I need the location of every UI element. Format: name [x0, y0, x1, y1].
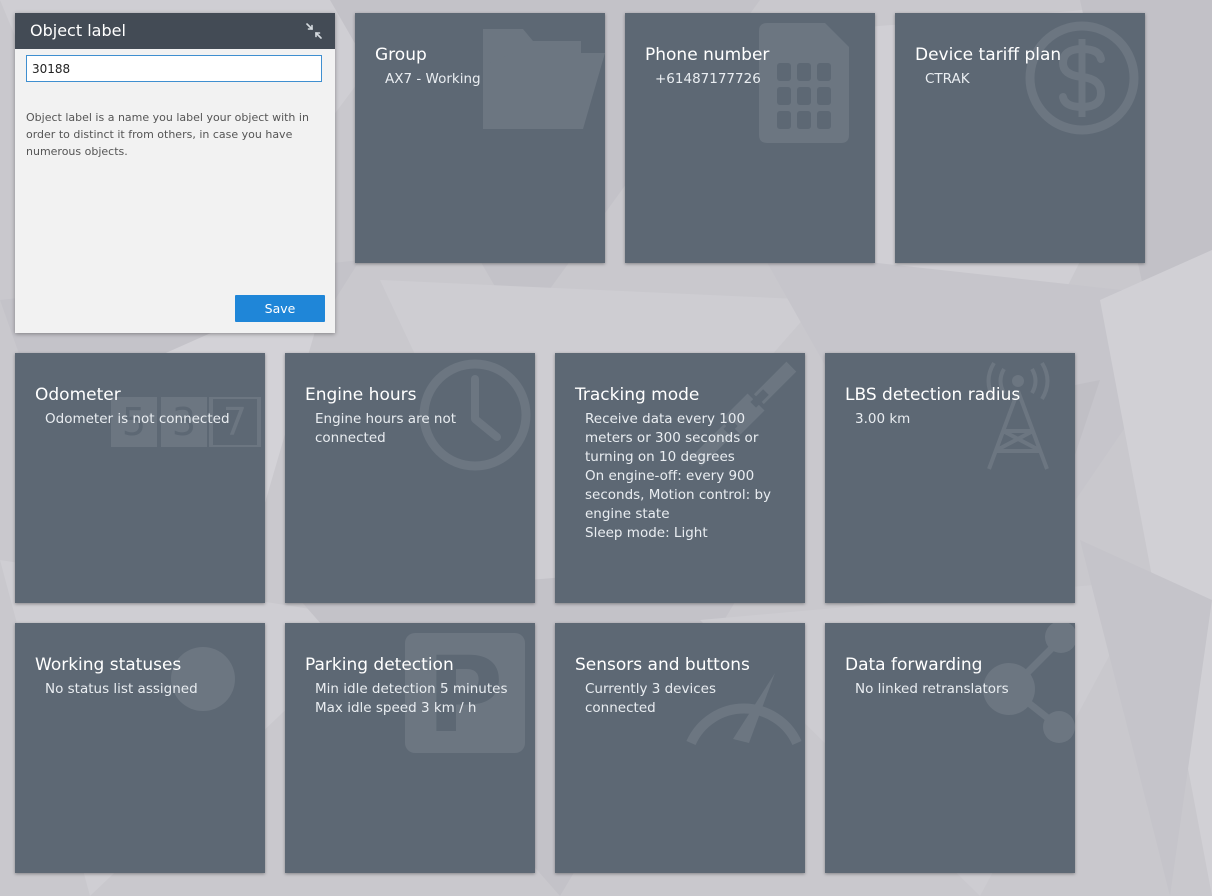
tile-title: Data forwarding — [845, 655, 983, 675]
tile-group[interactable]: Group AX7 - Working — [355, 13, 605, 263]
tile-odometer[interactable]: 5 3 7 Odometer Odometer is not connected — [15, 353, 265, 603]
tile-title: Group — [375, 45, 427, 65]
tile-engine-hours[interactable]: Engine hours Engine hours are not connec… — [285, 353, 535, 603]
tile-description: Currently 3 devices connected — [585, 680, 783, 718]
panel-title: Object label — [30, 21, 126, 40]
description-line: Min idle detection 5 minutes — [315, 681, 508, 697]
tile-title: Working statuses — [35, 655, 182, 675]
description-line: No linked retranslators — [855, 681, 1009, 697]
tile-title: LBS detection radius — [845, 385, 1021, 405]
tile-description: No status list assigned — [45, 680, 243, 699]
tile-title: Engine hours — [305, 385, 417, 405]
tile-description: No linked retranslators — [855, 680, 1053, 699]
description-line: CTRAK — [925, 71, 970, 87]
tile-title: Odometer — [35, 385, 121, 405]
tile-description: +61487177726 — [655, 70, 853, 89]
tile-data-forwarding[interactable]: Data forwarding No linked retranslators — [825, 623, 1075, 873]
description-line: Currently 3 devices connected — [585, 681, 716, 716]
tile-title: Device tariff plan — [915, 45, 1062, 65]
description-line: On engine-off: every 900 seconds, Motion… — [585, 468, 772, 522]
tile-phone-number[interactable]: Phone number +61487177726 — [625, 13, 875, 263]
help-text: Object label is a name you label your ob… — [26, 111, 309, 158]
tile-title: Sensors and buttons — [575, 655, 750, 675]
description-line: No status list assigned — [45, 681, 198, 697]
tile-tracking-mode[interactable]: Tracking mode Receive data every 100 met… — [555, 353, 805, 603]
minimize-icon[interactable] — [305, 22, 323, 40]
description-line: Sleep mode: Light — [585, 525, 708, 541]
description-line: +61487177726 — [655, 71, 761, 87]
tile-device-tariff-plan[interactable]: Device tariff plan CTRAK — [895, 13, 1145, 263]
tile-description: 3.00 km — [855, 410, 1053, 429]
description-line: 3.00 km — [855, 411, 911, 427]
panel-header: Object label — [15, 13, 335, 49]
tile-sensors-and-buttons[interactable]: Sensors and buttons Currently 3 devices … — [555, 623, 805, 873]
description-line: Max idle speed 3 km / h — [315, 700, 477, 716]
object-label-input[interactable] — [26, 55, 322, 82]
tile-description: Receive data every 100 meters or 300 sec… — [585, 410, 783, 543]
tile-working-statuses[interactable]: Working statuses No status list assigned — [15, 623, 265, 873]
tile-parking-detection[interactable]: P Parking detection Min idle detection 5… — [285, 623, 535, 873]
tile-description: CTRAK — [925, 70, 1123, 89]
save-button[interactable]: Save — [235, 295, 325, 322]
tile-description: Engine hours are not connected — [315, 410, 513, 448]
tile-title: Tracking mode — [575, 385, 700, 405]
tile-description: AX7 - Working — [385, 70, 583, 89]
description-line: AX7 - Working — [385, 71, 481, 87]
tile-title: Phone number — [645, 45, 770, 65]
tile-description: Min idle detection 5 minutes Max idle sp… — [315, 680, 513, 718]
description-line: Odometer is not connected — [45, 411, 230, 427]
description-line: Receive data every 100 meters or 300 sec… — [585, 411, 759, 465]
tile-description: Odometer is not connected — [45, 410, 243, 429]
object-label-panel: Object label Object label is a name you … — [15, 13, 335, 333]
tile-lbs-detection-radius[interactable]: LBS detection radius 3.00 km — [825, 353, 1075, 603]
description-line: Engine hours are not connected — [315, 411, 457, 446]
tile-title: Parking detection — [305, 655, 454, 675]
